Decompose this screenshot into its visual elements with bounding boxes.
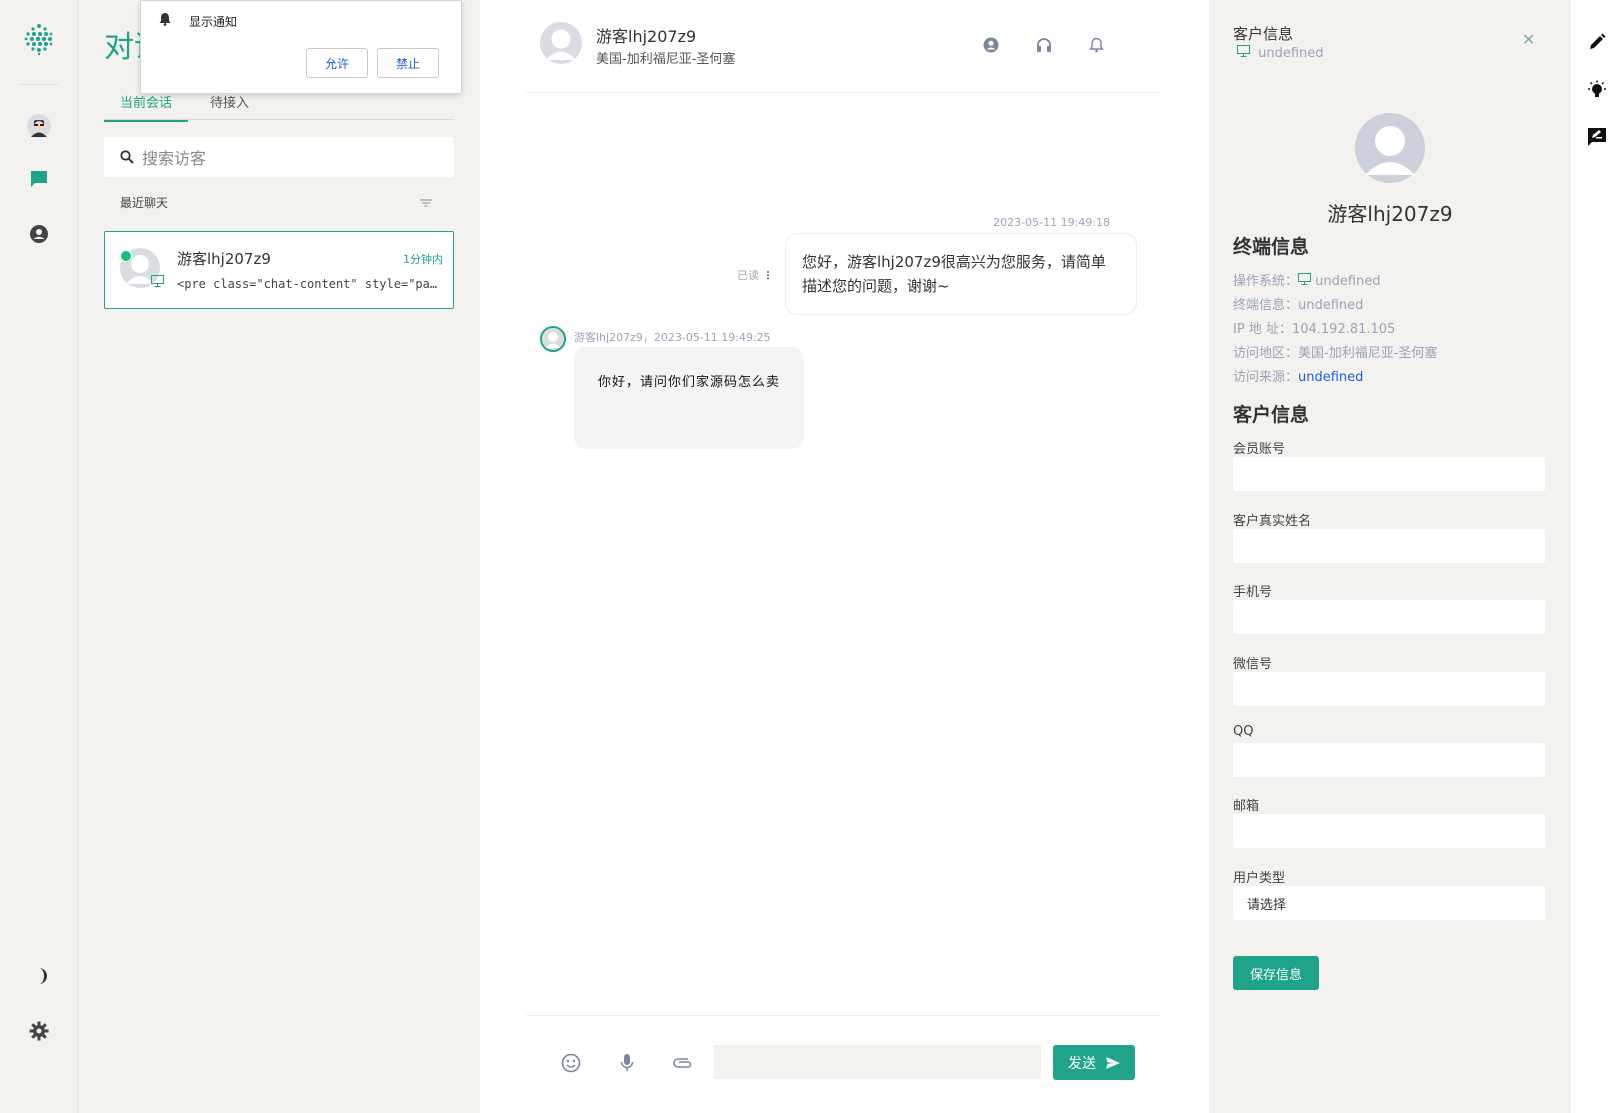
left-rail (0, 0, 78, 1113)
profile-icon[interactable] (981, 35, 1001, 55)
visitor-avatar (540, 22, 582, 64)
phone-field[interactable] (1233, 600, 1545, 634)
search-placeholder: 搜索访客 (142, 149, 207, 168)
os-label: 操作系统： (1233, 274, 1299, 289)
composer-divider (526, 1015, 1161, 1016)
device-row: 终端信息：undefined (1233, 294, 1363, 313)
qq-label: QQ (1233, 724, 1254, 739)
notification-permission-popup: 显示通知 允许 禁止 (140, 0, 462, 94)
source-row: 访问来源：undefined (1233, 366, 1363, 385)
online-status-dot (120, 250, 132, 262)
phone-label: 手机号 (1233, 585, 1273, 600)
search-input[interactable]: 搜索访客 (104, 137, 454, 177)
deny-button[interactable]: 禁止 (377, 48, 439, 78)
feedback-icon[interactable] (1585, 125, 1609, 149)
user-type-select[interactable]: 请选择 (1233, 886, 1545, 920)
conversation-preview: <pre class="chat-content" style="padding… (177, 277, 439, 291)
device-label: 终端信息： (1233, 298, 1299, 313)
account-circle-icon[interactable] (25, 220, 53, 248)
region-value: 美国-加利福尼亚-圣何塞 (1298, 346, 1438, 361)
emoji-icon[interactable] (559, 1051, 583, 1075)
ip-label: IP 地 址： (1233, 322, 1292, 337)
source-link[interactable]: undefined (1298, 370, 1363, 385)
chat-bubble-icon[interactable] (25, 165, 53, 193)
logo-dots-icon[interactable] (22, 22, 56, 56)
conversation-name: 游客lhj207z9 (177, 250, 271, 268)
outgoing-message: 您好，游客lhj207z9很高兴为您服务，请简单描述您的问题，谢谢~ (785, 233, 1137, 315)
read-status-text: 已读 (737, 269, 759, 282)
send-label: 发送 (1068, 1055, 1096, 1072)
chat-panel: 游客lhj207z9 美国-加利福尼亚-圣何塞 2023-05-11 19:49… (480, 0, 1209, 1113)
real-name-field[interactable] (1233, 529, 1545, 563)
allow-button[interactable]: 允许 (306, 48, 368, 78)
ip-row: IP 地 址：104.192.81.105 (1233, 318, 1395, 337)
send-arrow-icon (1106, 1056, 1120, 1069)
conversation-time: 1分钟内 (403, 253, 443, 266)
send-button[interactable]: 发送 (1053, 1045, 1135, 1080)
ip-value: 104.192.81.105 (1291, 322, 1396, 337)
incoming-message: 你好，请问你们家源码怎么卖 (574, 347, 804, 449)
member-account-field[interactable] (1233, 457, 1545, 491)
source-label: 访问来源： (1233, 370, 1299, 385)
notification-title: 显示通知 (189, 15, 238, 29)
user-type-label: 用户类型 (1233, 871, 1286, 886)
tab-pending[interactable]: 待接入 (210, 92, 249, 119)
customer-avatar (1355, 113, 1425, 183)
incoming-message-meta: 游客lhj207z9，2023-05-11 19:49:25 (574, 331, 771, 344)
read-status: 已读 ⋮ (737, 267, 774, 283)
filter-icon[interactable] (420, 196, 432, 211)
save-info-button[interactable]: 保存信息 (1233, 956, 1319, 990)
recent-chats-label: 最近聊天 (120, 196, 169, 210)
sessions-panel: 对话 当前会话 待接入 搜索访客 最近聊天 游客lhj207z9 1分钟内 <p… (78, 0, 480, 1113)
chat-visitor-location: 美国-加利福尼亚-圣何塞 (596, 52, 736, 67)
bulb-icon[interactable] (1585, 78, 1609, 102)
monitor-icon (1298, 273, 1312, 289)
info-os-value: undefined (1258, 46, 1324, 61)
region-label: 访问地区： (1233, 346, 1299, 361)
close-icon[interactable]: ✕ (1522, 30, 1535, 49)
pencil-icon[interactable] (1585, 30, 1609, 54)
email-field[interactable] (1233, 814, 1545, 848)
real-name-label: 客户真实姓名 (1233, 514, 1312, 529)
microphone-icon[interactable] (615, 1051, 639, 1075)
attachment-icon[interactable] (671, 1051, 695, 1075)
gear-icon[interactable] (25, 1017, 53, 1045)
more-vert-icon[interactable]: ⋮ (763, 269, 774, 282)
os-value: undefined (1315, 274, 1381, 289)
headset-icon[interactable] (1034, 35, 1054, 55)
message-timestamp: 2023-05-11 19:49:18 (993, 216, 1110, 229)
bell-icon (159, 12, 171, 30)
tab-current-sessions[interactable]: 当前会话 (104, 92, 189, 122)
visitor-message-avatar (540, 326, 566, 352)
email-label: 邮箱 (1233, 799, 1260, 814)
customer-section-title: 客户信息 (1233, 404, 1310, 426)
agent-avatar-icon[interactable] (25, 112, 53, 140)
monitor-icon (1237, 45, 1254, 61)
info-os-summary: undefined (1237, 45, 1324, 61)
info-title: 客户信息 (1233, 25, 1294, 43)
chat-visitor-name: 游客lhj207z9 (596, 27, 697, 46)
right-toolstrip (1571, 0, 1623, 1113)
terminal-section-title: 终端信息 (1233, 236, 1310, 258)
customer-name: 游客lhj207z9 (1327, 202, 1453, 226)
os-row: 操作系统： undefined (1233, 270, 1381, 289)
device-value: undefined (1298, 298, 1364, 313)
customer-info-panel: 客户信息 undefined ✕ 游客lhj207z9 终端信息 操作系统： u… (1209, 0, 1571, 1113)
member-account-label: 会员账号 (1233, 442, 1286, 457)
wechat-field[interactable] (1233, 672, 1545, 706)
bell-outline-icon[interactable] (1086, 35, 1106, 55)
moon-icon[interactable] (25, 962, 53, 990)
chat-header: 游客lhj207z9 美国-加利福尼亚-圣何塞 (526, 0, 1161, 93)
rail-divider (20, 84, 58, 85)
qq-field[interactable] (1233, 743, 1545, 777)
search-icon (120, 150, 134, 164)
message-input[interactable] (714, 1045, 1041, 1079)
wechat-label: 微信号 (1233, 657, 1273, 672)
conversation-item[interactable]: 游客lhj207z9 1分钟内 <pre class="chat-content… (104, 231, 454, 309)
monitor-icon (151, 275, 164, 291)
region-row: 访问地区：美国-加利福尼亚-圣何塞 (1233, 342, 1437, 361)
